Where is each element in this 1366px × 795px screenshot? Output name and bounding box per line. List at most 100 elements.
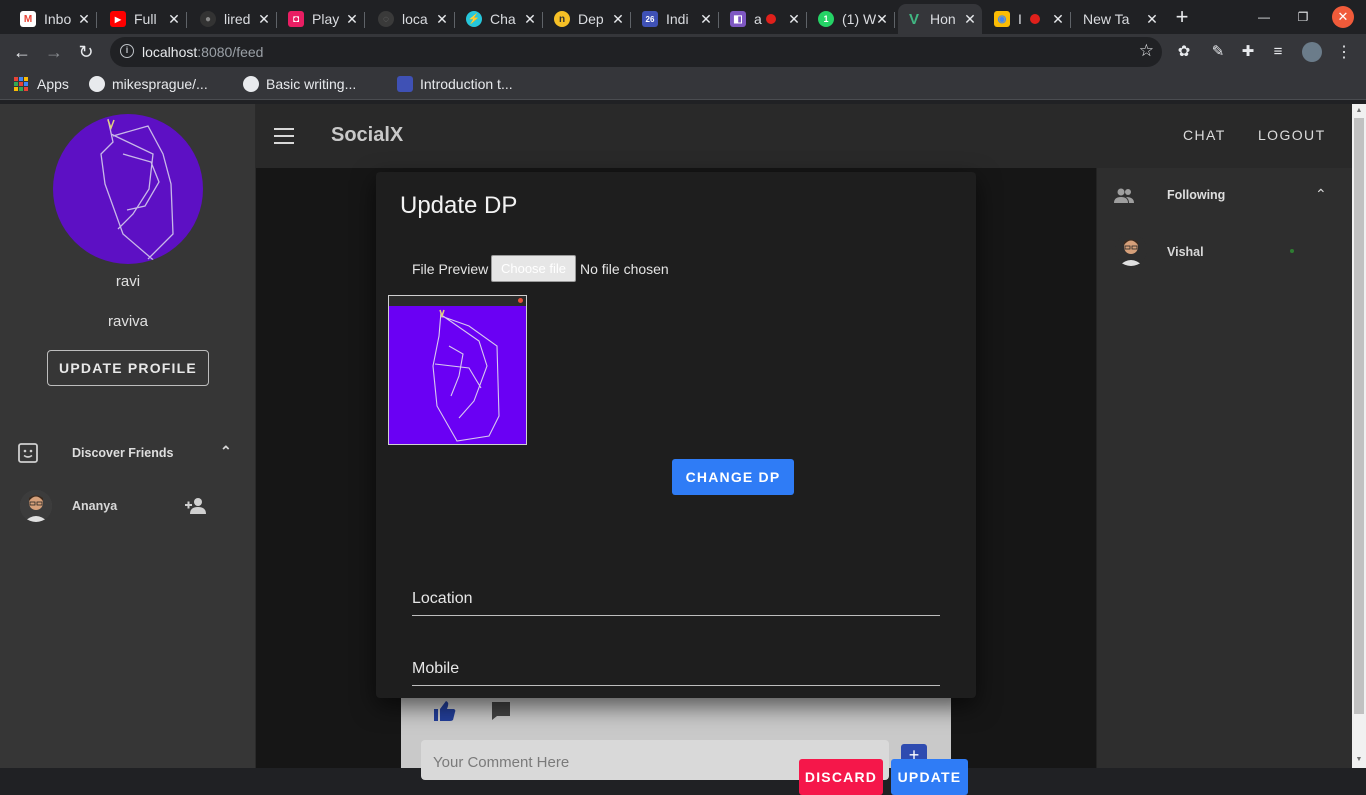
mobile-input[interactable] bbox=[412, 685, 940, 686]
tab-home-active[interactable]: V Hon ✕ bbox=[898, 4, 982, 34]
bookmark-introduction[interactable]: Introduction t... bbox=[397, 76, 513, 92]
window-close-button[interactable]: ✕ bbox=[1332, 6, 1354, 28]
forward-icon[interactable]: → bbox=[42, 40, 66, 64]
dp-preview-image bbox=[388, 295, 527, 445]
tab-new[interactable]: New Ta ✕ bbox=[1074, 4, 1164, 34]
bookmark-apps[interactable]: Apps bbox=[14, 76, 69, 92]
tab-localhost[interactable]: ◌ loca ✕ bbox=[370, 4, 455, 34]
page-scrollbar[interactable]: ▲ ▼ bbox=[1352, 104, 1366, 768]
bookmark-star-icon[interactable]: ☆ bbox=[1139, 41, 1154, 61]
tab-deploy[interactable]: n Dep ✕ bbox=[546, 4, 631, 34]
close-icon[interactable]: ✕ bbox=[522, 11, 538, 27]
reload-icon[interactable]: ↻ bbox=[74, 40, 98, 64]
url-text[interactable]: localhost:8080/feed bbox=[142, 44, 263, 60]
avatar-scribble-image bbox=[100, 118, 174, 264]
netlify-icon: n bbox=[554, 11, 570, 27]
more-menu-icon[interactable]: ⋮ bbox=[1334, 42, 1354, 62]
address-bar[interactable]: i localhost:8080/feed ☆ bbox=[110, 37, 1162, 67]
logout-button[interactable]: LOGOUT bbox=[1258, 127, 1326, 143]
browser-tab-strip: M Inbo ✕ ▶ Full ✕ ● lired ✕ ◘ Play ✕ ◌ l… bbox=[0, 0, 1366, 34]
preview-close-dot bbox=[518, 298, 523, 303]
tab-meet[interactable]: ◉ I ✕ bbox=[986, 4, 1071, 34]
back-icon[interactable]: ← bbox=[10, 40, 34, 64]
vue-icon: V bbox=[908, 10, 919, 28]
like-icon[interactable] bbox=[433, 700, 457, 722]
location-label: Location bbox=[412, 590, 473, 607]
dialog-title: Update DP bbox=[400, 192, 518, 219]
add-friend-icon[interactable] bbox=[184, 497, 208, 515]
brand-title[interactable]: SocialX bbox=[331, 124, 403, 147]
scroll-down-icon[interactable]: ▼ bbox=[1355, 756, 1363, 764]
discover-friends-header[interactable]: Discover Friends ⌃ bbox=[18, 443, 238, 463]
choose-file-button[interactable]: Choose file bbox=[491, 255, 576, 282]
extension-icon[interactable]: ✿ bbox=[1174, 42, 1194, 62]
scroll-up-icon[interactable]: ▲ bbox=[1355, 107, 1363, 115]
close-icon[interactable]: ✕ bbox=[344, 11, 360, 27]
shield-icon bbox=[397, 76, 413, 92]
tab-label: loca bbox=[402, 11, 428, 27]
restore-icon[interactable]: ❐ bbox=[1291, 6, 1315, 28]
scrollbar-thumb[interactable] bbox=[1354, 118, 1364, 714]
discard-button[interactable]: DISCARD bbox=[799, 759, 883, 795]
tab-label: Full bbox=[134, 11, 157, 27]
location-input[interactable] bbox=[412, 615, 940, 616]
following-name[interactable]: Vishal bbox=[1167, 245, 1204, 259]
tab-label: Indi bbox=[666, 11, 689, 27]
tab-playground[interactable]: ◘ Play ✕ bbox=[280, 4, 365, 34]
meet-icon: ◉ bbox=[994, 11, 1010, 27]
close-icon[interactable]: ✕ bbox=[874, 11, 890, 27]
close-icon[interactable]: ✕ bbox=[786, 11, 802, 27]
tab-label: Cha bbox=[490, 11, 516, 27]
tab-gmail[interactable]: M Inbo ✕ bbox=[12, 4, 97, 34]
right-navigation-drawer: Following ⌃ Vishal bbox=[1096, 168, 1352, 768]
tab-whatsapp[interactable]: 1 (1) W ✕ bbox=[810, 4, 895, 34]
close-icon[interactable]: ✕ bbox=[698, 11, 714, 27]
recording-icon bbox=[766, 14, 776, 24]
puzzle-icon[interactable]: ✚ bbox=[1238, 42, 1258, 62]
friend-name[interactable]: Ananya bbox=[72, 499, 117, 513]
new-tab-button[interactable]: + bbox=[1170, 6, 1194, 30]
left-navigation-drawer: ravi raviva UPDATE PROFILE Discover Frie… bbox=[0, 104, 256, 768]
tab-calendar[interactable]: 26 Indi ✕ bbox=[634, 4, 719, 34]
file-preview-label: File Preview bbox=[412, 261, 489, 277]
close-icon[interactable]: ✕ bbox=[76, 11, 92, 27]
comment-icon[interactable] bbox=[491, 701, 511, 721]
globe-icon: ◌ bbox=[378, 11, 394, 27]
tab-recording[interactable]: ◧ a ✕ bbox=[722, 4, 807, 34]
bookmark-basic-writing[interactable]: Basic writing... bbox=[243, 76, 356, 92]
media-control-icon[interactable]: ≡ bbox=[1268, 42, 1288, 62]
preview-scribble bbox=[432, 309, 500, 442]
site-info-icon[interactable]: i bbox=[120, 44, 134, 58]
playground-icon: ◘ bbox=[288, 11, 304, 27]
update-profile-button[interactable]: UPDATE PROFILE bbox=[47, 350, 209, 386]
close-icon[interactable]: ✕ bbox=[610, 11, 626, 27]
socialx-app: ravi raviva UPDATE PROFILE Discover Frie… bbox=[0, 104, 1366, 795]
chevron-up-icon[interactable]: ⌃ bbox=[220, 443, 232, 460]
chat-button[interactable]: CHAT bbox=[1183, 127, 1226, 143]
tab-github[interactable]: ● lired ✕ bbox=[192, 4, 277, 34]
chevron-up-icon[interactable]: ⌃ bbox=[1315, 186, 1327, 203]
menu-icon[interactable] bbox=[274, 128, 294, 144]
person-avatar-image bbox=[1119, 239, 1143, 266]
close-icon[interactable]: ✕ bbox=[962, 11, 978, 27]
close-icon[interactable]: ✕ bbox=[166, 11, 182, 27]
following-header[interactable]: Following bbox=[1167, 188, 1225, 202]
profile-avatar[interactable] bbox=[53, 114, 203, 264]
pen-extension-icon[interactable]: ✎ bbox=[1208, 42, 1228, 62]
github-icon bbox=[243, 76, 259, 92]
browser-toolbar: ← → ↻ i localhost:8080/feed ☆ ✿ ✎ ✚ ≡ ⋮ bbox=[0, 34, 1366, 70]
close-icon[interactable]: ✕ bbox=[256, 11, 272, 27]
post-card: Your Comment Here + bbox=[401, 688, 951, 780]
browser-profile-avatar[interactable] bbox=[1302, 42, 1322, 62]
preview-window-bar bbox=[389, 296, 526, 306]
bookmark-mikesprague[interactable]: mikesprague/... bbox=[89, 76, 208, 92]
tab-chat[interactable]: ⚡ Cha ✕ bbox=[458, 4, 543, 34]
tab-label: Hon bbox=[930, 11, 956, 27]
close-icon[interactable]: ✕ bbox=[1144, 11, 1160, 27]
close-icon[interactable]: ✕ bbox=[1050, 11, 1066, 27]
update-button[interactable]: UPDATE bbox=[891, 759, 968, 795]
close-icon[interactable]: ✕ bbox=[434, 11, 450, 27]
minimize-icon[interactable]: — bbox=[1252, 6, 1276, 28]
tab-youtube[interactable]: ▶ Full ✕ bbox=[102, 4, 187, 34]
change-dp-button[interactable]: CHANGE DP bbox=[672, 459, 794, 495]
